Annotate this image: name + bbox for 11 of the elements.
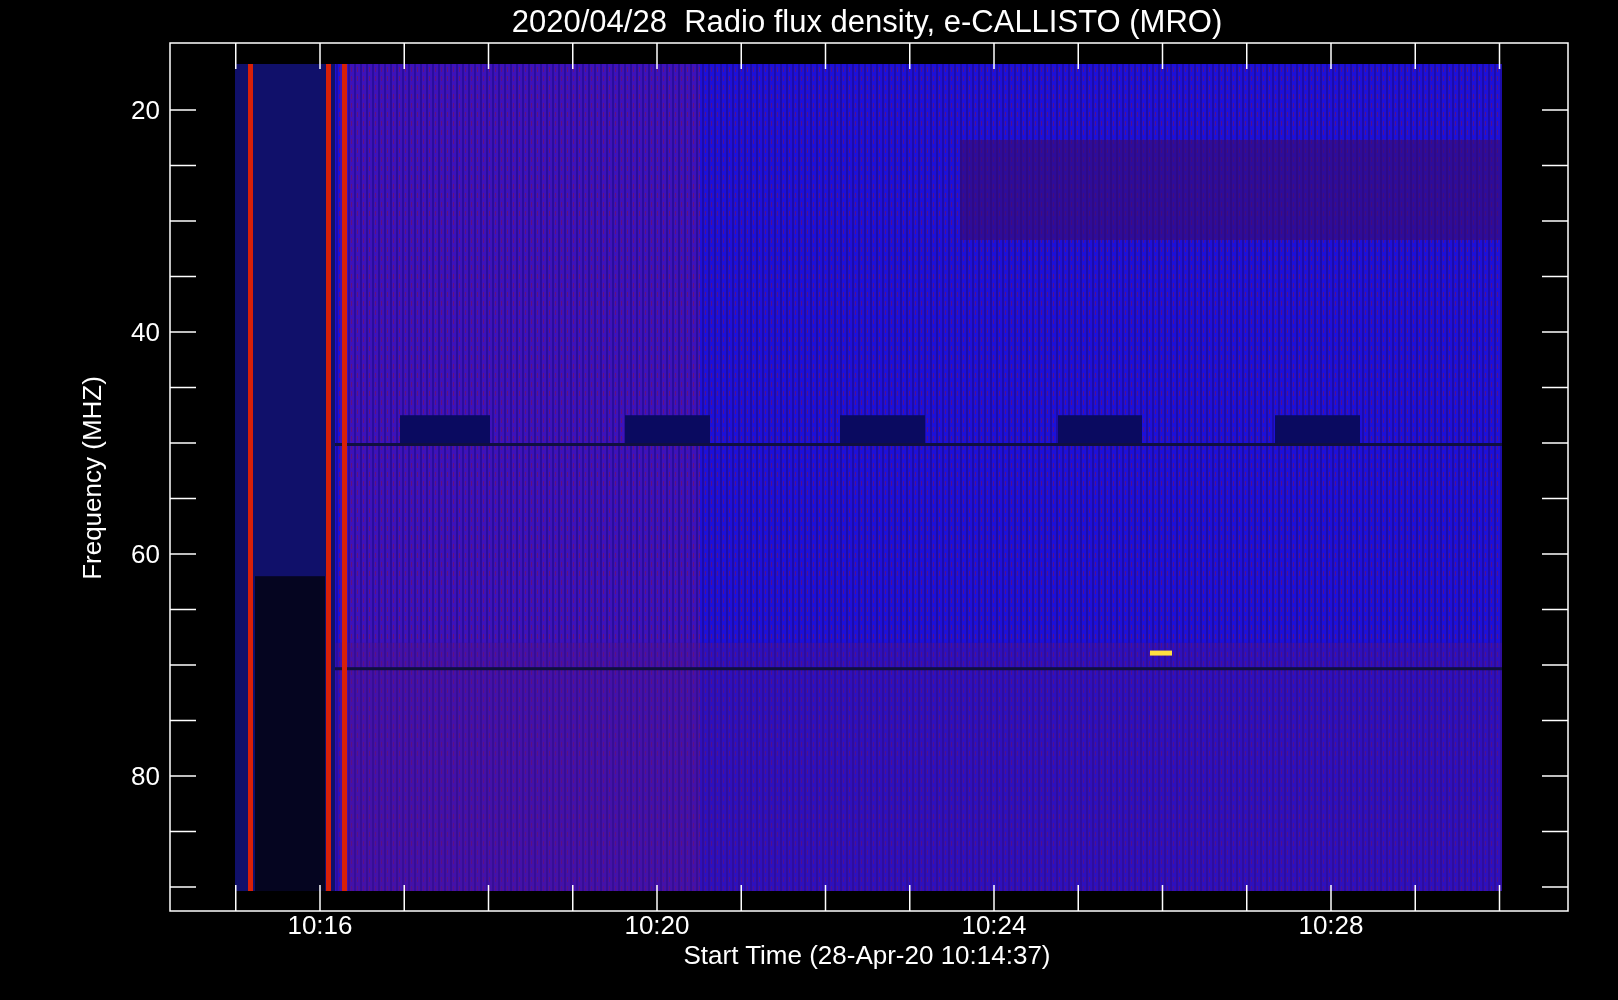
y-tick-label: 40 (131, 317, 160, 347)
y-tick-label: 20 (131, 95, 160, 125)
y-tick-label: 80 (131, 761, 160, 791)
x-tick-label: 10:20 (624, 910, 690, 940)
x-tick-label: 10:28 (1298, 910, 1364, 940)
chart-title: 2020/04/28 Radio flux density, e-CALLISTO (MRO) (511, 4, 1223, 39)
y-tick-label: 60 (131, 539, 160, 569)
x-tick-label: 10:16 (287, 910, 353, 940)
x-tick-label: 10:24 (961, 910, 1027, 940)
x-axis-label: Start Time (28-Apr-20 10:14:37) (683, 940, 1051, 970)
y-axis-label: Frequency (MHZ) (77, 376, 107, 580)
